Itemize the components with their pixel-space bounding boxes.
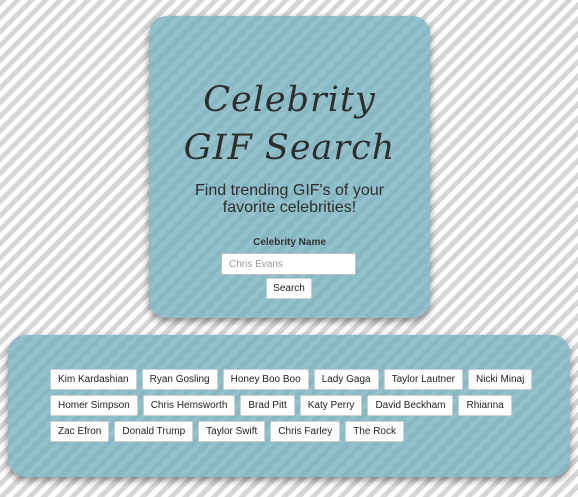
celebrity-button[interactable]: Taylor Lautner <box>383 369 463 390</box>
celebrity-button[interactable]: Lady Gaga <box>313 369 379 390</box>
celebrity-button[interactable]: Taylor Swift <box>198 421 266 442</box>
celebrity-button[interactable]: Rhianna <box>458 395 512 416</box>
celebrity-button[interactable]: Donald Trump <box>114 421 194 442</box>
celebrity-button[interactable]: Honey Boo Boo <box>222 369 309 390</box>
search-card: Celebrity GIF Search Find trending GIF's… <box>149 16 430 318</box>
celebrity-name-label: Celebrity Name <box>253 237 326 248</box>
celebrity-buttons-list: Kim Kardashian Ryan Gosling Honey Boo Boo L… <box>50 369 550 442</box>
app-title: Celebrity GIF Search <box>183 80 396 168</box>
celebrity-button[interactable]: David Beckham <box>367 395 454 416</box>
celebrity-button[interactable]: Brad Pitt <box>240 395 295 416</box>
celebrity-button[interactable]: Nicki Minaj <box>468 369 533 390</box>
celebrity-button[interactable]: Homer Simpson <box>50 395 138 416</box>
search-button[interactable]: Search <box>266 278 312 299</box>
celebrity-button[interactable]: The Rock <box>345 421 404 442</box>
celebrity-button[interactable]: Zac Efron <box>50 421 110 442</box>
celebrity-button[interactable]: Chris Farley <box>270 421 341 442</box>
app-subtitle: Find trending GIF's of your favorite cel… <box>195 182 384 216</box>
celebrity-button[interactable]: Ryan Gosling <box>141 369 218 390</box>
celebrity-button[interactable]: Chris Hemsworth <box>142 395 236 416</box>
celebrity-buttons-panel: Kim Kardashian Ryan Gosling Honey Boo Boo L… <box>8 335 570 477</box>
celebrity-button[interactable]: Kim Kardashian <box>50 369 137 390</box>
celebrity-name-input[interactable] <box>221 253 356 275</box>
celebrity-button[interactable]: Katy Perry <box>299 395 363 416</box>
